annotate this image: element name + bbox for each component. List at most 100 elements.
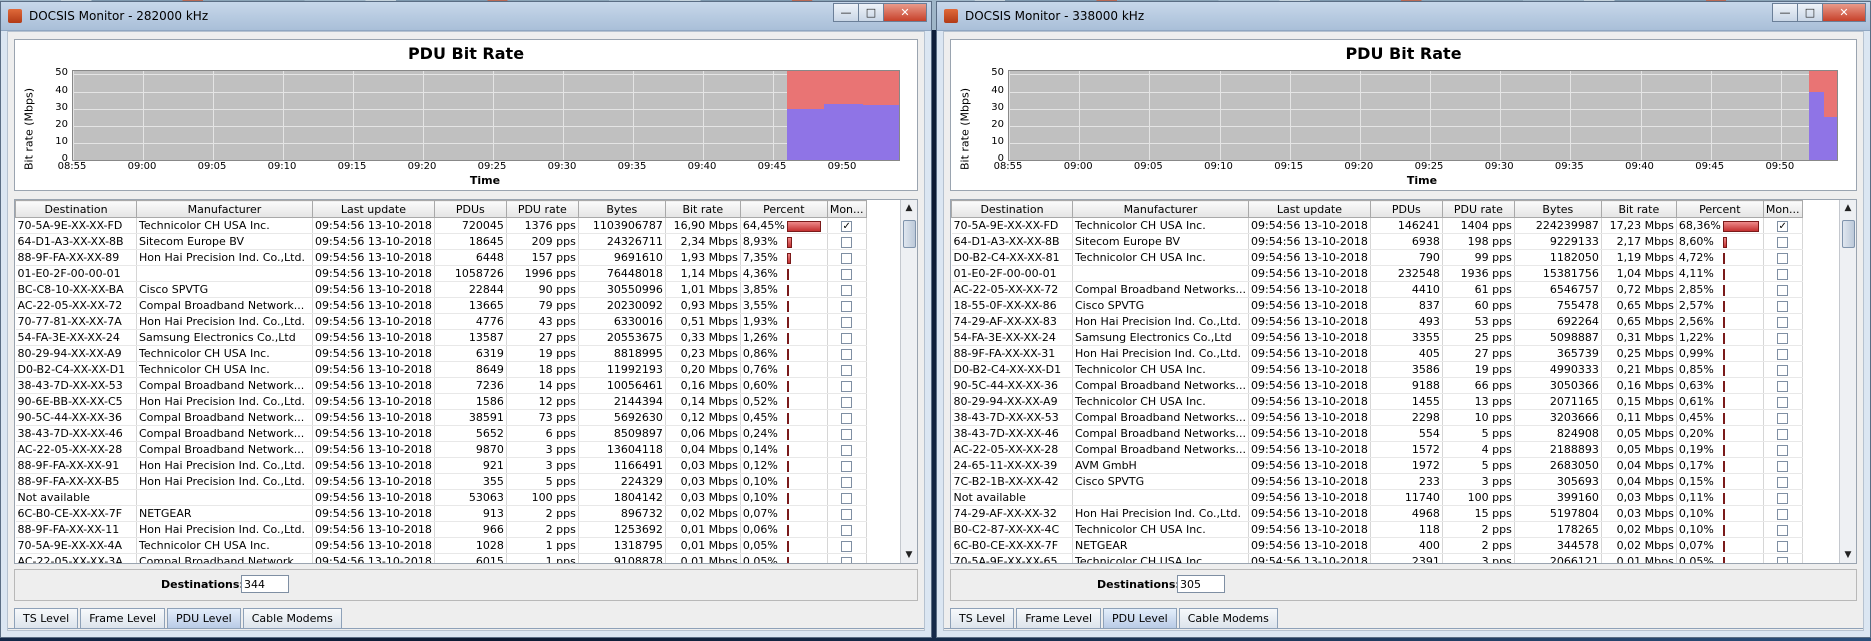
monitor-checkbox[interactable] [841,524,853,536]
scroll-down-icon[interactable]: ▼ [901,547,917,563]
monitor-checkbox[interactable] [1777,316,1789,328]
close-button[interactable]: ✕ [883,3,927,22]
column-header[interactable]: PDUs [433,200,507,218]
table-row[interactable]: 54-FA-3E-XX-XX-24 Samsung Electronics Co.… [951,329,1803,346]
column-header[interactable]: Last update [312,200,435,218]
monitor-checkbox[interactable] [841,476,853,488]
table-row[interactable]: 01-E0-2F-00-00-01 09:54:56 13-10-2018 1058… [15,265,867,282]
monitor-checkbox[interactable] [1777,364,1789,376]
table-row[interactable]: 80-29-94-XX-XX-A9 Technicolor CH USA Inc.… [15,345,867,362]
monitor-checkbox[interactable] [841,348,853,360]
monitor-checkbox[interactable] [1777,396,1789,408]
scroll-down-icon[interactable]: ▼ [1840,547,1856,563]
column-header[interactable]: Bit rate [1600,200,1677,218]
tab-cable-modems[interactable]: Cable Modems [1178,608,1278,628]
column-header[interactable]: PDUs [1369,200,1443,218]
monitor-checkbox[interactable] [841,508,853,520]
table-row[interactable]: B0-C2-87-XX-XX-4C Technicolor CH USA Inc.… [951,521,1803,538]
tab-ts-level[interactable]: TS Level [14,608,79,628]
table-row[interactable]: 38-43-7D-XX-XX-46 Compal Broadband Networ… [951,425,1803,442]
table-row[interactable]: 24-65-11-XX-XX-39 AVM GmbH 09:54:56 13-10-… [951,457,1803,474]
monitor-checkbox[interactable] [841,492,853,504]
table-row[interactable]: D0-B2-C4-XX-XX-D1 Technicolor CH USA Inc.… [15,361,867,378]
monitor-checkbox[interactable] [841,396,853,408]
monitor-checkbox[interactable] [841,364,853,376]
monitor-checkbox[interactable] [841,540,853,552]
table-row[interactable]: 88-9F-FA-XX-XX-B5 Hon Hai Precision Ind. … [15,473,867,490]
column-header[interactable]: Destination [951,200,1073,218]
monitor-checkbox[interactable] [841,316,853,328]
tab-frame-level[interactable]: Frame Level [1016,608,1102,628]
monitor-checkbox[interactable] [841,284,853,296]
monitor-checkbox[interactable] [1777,380,1789,392]
scroll-up-icon[interactable]: ▲ [1840,200,1856,216]
monitor-checkbox[interactable]: ✓ [1777,220,1789,232]
table-row[interactable]: 70-5A-9E-XX-XX-65 Technicolor CH USA Inc.… [951,553,1803,563]
table-row[interactable]: 6C-B0-CE-XX-XX-7F NETGEAR 09:54:56 13-10-2… [951,537,1803,554]
table-row[interactable]: D0-B2-C4-XX-XX-81 Technicolor CH USA Inc.… [951,249,1803,266]
column-header[interactable]: PDU rate [1441,200,1515,218]
table-row[interactable]: Not available 09:54:56 13-10-2018 11740 100… [951,489,1803,506]
monitor-checkbox[interactable] [841,236,853,248]
table-row[interactable]: 88-9F-FA-XX-XX-31 Hon Hai Precision Ind. … [951,345,1803,362]
vertical-scrollbar[interactable]: ▲ ▼ [900,200,917,563]
column-header[interactable]: Manufacturer [1071,200,1250,218]
table-row[interactable]: AC-22-05-XX-XX-72 Compal Broadband Networ… [951,281,1803,298]
destinations-count-field[interactable]: 344 [241,575,289,593]
table-row[interactable]: 74-29-AF-XX-XX-32 Hon Hai Precision Ind. … [951,505,1803,522]
monitor-checkbox[interactable] [841,380,853,392]
scroll-thumb[interactable] [903,220,916,248]
monitor-checkbox[interactable] [1777,508,1789,520]
table-row[interactable]: AC-22-05-XX-XX-28 Compal Broadband Networ… [951,441,1803,458]
table-row[interactable]: 70-5A-9E-XX-XX-4A Technicolor CH USA Inc.… [15,537,867,554]
monitor-checkbox[interactable] [1777,540,1789,552]
tab-ts-level[interactable]: TS Level [950,608,1015,628]
monitor-checkbox[interactable] [1777,444,1789,456]
monitor-checkbox[interactable] [841,460,853,472]
monitor-checkbox[interactable] [1777,412,1789,424]
monitor-checkbox[interactable] [1777,300,1789,312]
table-row[interactable]: AC-22-05-XX-XX-28 Compal Broadband Networ… [15,441,867,458]
table-row[interactable]: 38-43-7D-XX-XX-53 Compal Broadband Networ… [15,377,867,394]
table-row[interactable]: 64-D1-A3-XX-XX-8B Sitecom Europe BV 09:54:… [15,233,867,250]
tab-pdu-level[interactable]: PDU Level [1103,608,1177,628]
monitor-checkbox[interactable] [841,412,853,424]
column-header[interactable]: Bytes [577,200,666,218]
monitor-checkbox[interactable] [1777,460,1789,472]
monitor-checkbox[interactable] [1777,348,1789,360]
monitor-checkbox[interactable] [1777,268,1789,280]
column-header[interactable]: Bit rate [664,200,741,218]
title-bar[interactable]: DOCSIS Monitor - 282000 kHz — □ ✕ [1,2,931,31]
table-row[interactable]: BC-C8-10-XX-XX-BA Cisco SPVTG 09:54:56 13-… [15,281,867,298]
minimize-button[interactable]: — [833,3,859,22]
table-row[interactable]: Not available 09:54:56 13-10-2018 53063 100… [15,489,867,506]
table-row[interactable]: D0-B2-C4-XX-XX-D1 Technicolor CH USA Inc.… [951,361,1803,378]
monitor-checkbox[interactable] [841,268,853,280]
column-header[interactable]: Bytes [1513,200,1602,218]
column-header[interactable]: Percent [1675,200,1764,218]
destinations-count-field[interactable]: 305 [1177,575,1225,593]
column-header[interactable]: Destination [15,200,137,218]
monitor-checkbox[interactable] [841,444,853,456]
monitor-checkbox[interactable] [841,428,853,440]
table-row[interactable]: 90-6E-BB-XX-XX-C5 Hon Hai Precision Ind. … [15,393,867,410]
tab-pdu-level[interactable]: PDU Level [167,608,241,628]
monitor-checkbox[interactable] [841,252,853,264]
column-header[interactable]: Last update [1248,200,1371,218]
title-bar[interactable]: DOCSIS Monitor - 338000 kHz — □ ✕ [937,2,1870,31]
table-row[interactable]: 38-43-7D-XX-XX-53 Compal Broadband Networ… [951,409,1803,426]
tab-frame-level[interactable]: Frame Level [80,608,166,628]
scroll-thumb[interactable] [1842,220,1855,248]
column-header[interactable]: Mon... [1762,200,1803,218]
monitor-checkbox[interactable] [1777,428,1789,440]
table-row[interactable]: AC-22-05-XX-XX-72 Compal Broadband Networ… [15,297,867,314]
minimize-button[interactable]: — [1772,3,1798,22]
scroll-up-icon[interactable]: ▲ [901,200,917,216]
monitor-checkbox[interactable]: ✓ [841,220,853,232]
table-row[interactable]: 6C-B0-CE-XX-XX-7F NETGEAR 09:54:56 13-10-2… [15,505,867,522]
table-row[interactable]: 54-FA-3E-XX-XX-24 Samsung Electronics Co.… [15,329,867,346]
column-header[interactable]: Manufacturer [136,200,313,218]
table-row[interactable]: 01-E0-2F-00-00-01 09:54:56 13-10-2018 2325… [951,265,1803,282]
monitor-checkbox[interactable] [1777,284,1789,296]
monitor-checkbox[interactable] [1777,236,1789,248]
